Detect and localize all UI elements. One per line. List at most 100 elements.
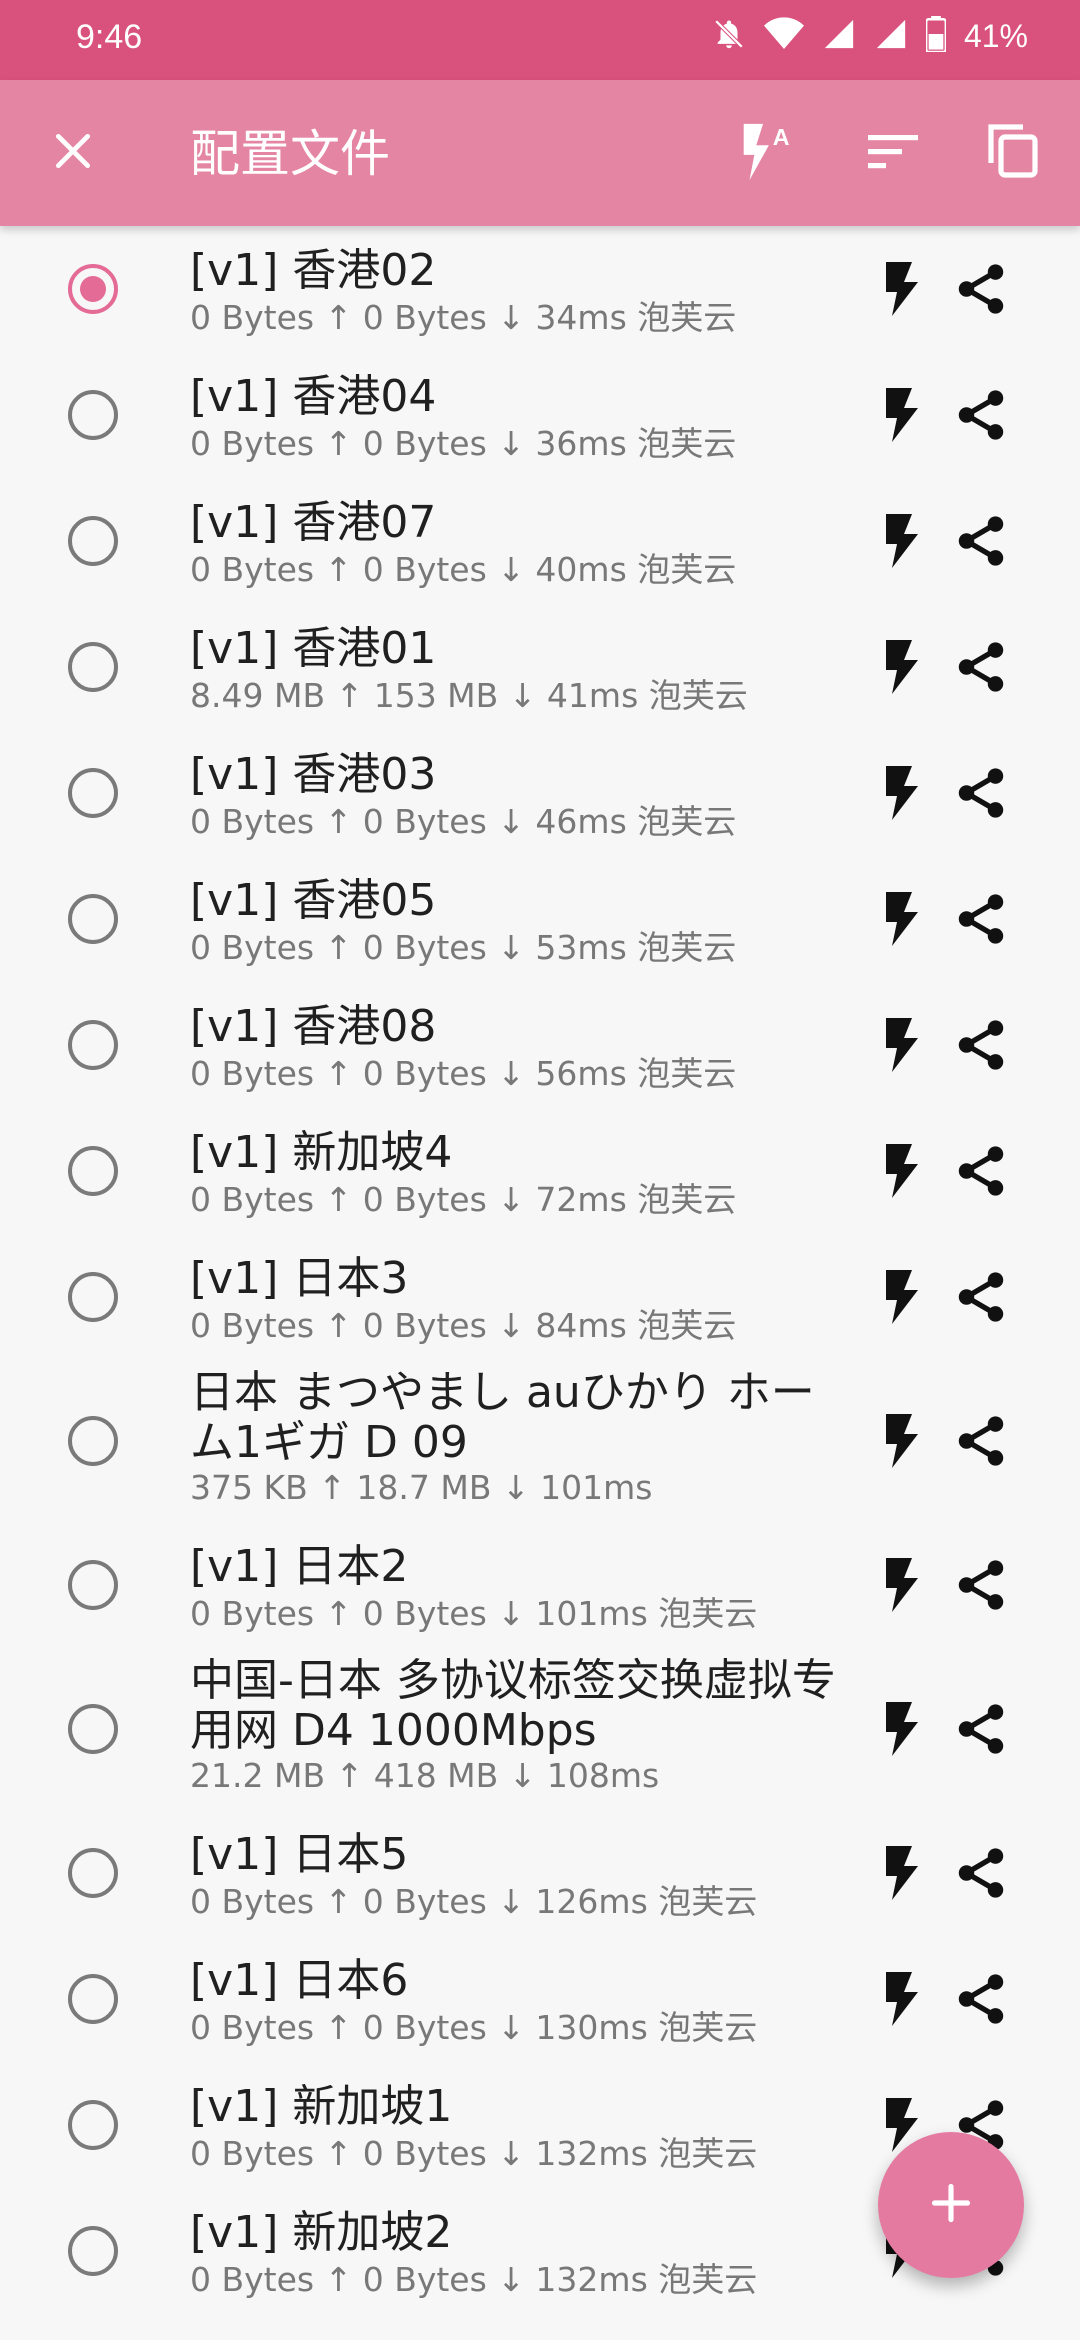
profile-title: 日本 まつやまし auひかり ホーム1ギガ D 09 — [190, 1367, 815, 1468]
svg-text:A: A — [773, 124, 790, 150]
profile-stats: 375 KB ↑ 18.7 MB ↓ 101ms — [190, 1468, 653, 1507]
status-time: 9:46 — [76, 18, 143, 56]
profile-stats: 0 Bytes ↑ 0 Bytes ↓ 101ms 泡芙云 — [190, 1594, 758, 1633]
test-latency-icon[interactable] — [878, 1846, 922, 1900]
share-icon[interactable] — [952, 512, 1010, 570]
profile-radio[interactable] — [68, 1146, 118, 1196]
profile-radio[interactable] — [68, 1560, 118, 1610]
test-latency-icon[interactable] — [878, 514, 922, 568]
profile-radio[interactable] — [68, 2100, 118, 2150]
profile-row[interactable]: [v1] 新加坡4 0 Bytes ↑ 0 Bytes ↓ 72ms 泡芙云 — [0, 1108, 1080, 1234]
profile-radio[interactable] — [68, 1704, 118, 1754]
sort-button[interactable] — [860, 120, 926, 186]
profile-title: [v1] 香港05 — [190, 875, 437, 926]
share-icon[interactable] — [952, 764, 1010, 822]
battery-icon — [924, 16, 947, 56]
profile-radio[interactable] — [68, 516, 118, 566]
test-latency-icon[interactable] — [878, 1558, 922, 1612]
profile-stats: 0 Bytes ↑ 0 Bytes ↓ 56ms 泡芙云 — [190, 1054, 737, 1093]
profile-row[interactable]: [v1] 香港07 0 Bytes ↑ 0 Bytes ↓ 40ms 泡芙云 — [0, 478, 1080, 604]
auto-test-icon: A — [735, 120, 795, 186]
share-icon[interactable] — [952, 890, 1010, 948]
profile-radio[interactable] — [68, 642, 118, 692]
profile-title: 中国-日本 多协议标签交换虚拟专用网 D4 1000Mbps — [190, 1655, 836, 1756]
profile-radio[interactable] — [68, 1848, 118, 1898]
test-latency-icon[interactable] — [878, 892, 922, 946]
share-icon[interactable] — [952, 1412, 1010, 1470]
status-icons: 41% — [712, 16, 1028, 56]
test-latency-icon[interactable] — [878, 1270, 922, 1324]
test-latency-icon[interactable] — [878, 262, 922, 316]
profile-row[interactable]: 中国-日本 多协议标签交换虚拟专用网 D4 1000Mbps 21.2 MB ↑… — [0, 1648, 1080, 1810]
close-icon — [51, 129, 95, 177]
profile-row[interactable]: [v1] 香港01 8.49 MB ↑ 153 MB ↓ 41ms 泡芙云 — [0, 604, 1080, 730]
profile-title: [v1] 日本5 — [190, 1829, 409, 1880]
profile-stats: 21.2 MB ↑ 418 MB ↓ 108ms — [190, 1756, 660, 1795]
profile-radio[interactable] — [68, 1416, 118, 1466]
plus-icon — [929, 2181, 973, 2229]
profile-row[interactable]: 日本 まつやまし auひかり ホーム1ギガ D 09 375 KB ↑ 18.7… — [0, 1360, 1080, 1522]
profile-stats: 0 Bytes ↑ 0 Bytes ↓ 40ms 泡芙云 — [190, 550, 737, 589]
profile-radio[interactable] — [68, 1974, 118, 2024]
app-bar: 配置文件 A — [0, 80, 1080, 226]
profile-row[interactable]: [v1] 日本5 0 Bytes ↑ 0 Bytes ↓ 126ms 泡芙云 — [0, 1810, 1080, 1936]
signal-icon — [822, 17, 856, 55]
profile-stats: 0 Bytes ↑ 0 Bytes ↓ 132ms 泡芙云 — [190, 2134, 758, 2173]
share-icon[interactable] — [952, 1016, 1010, 1074]
status-bar: 9:46 41% — [0, 0, 1080, 80]
signal-icon — [874, 17, 908, 55]
auto-test-button[interactable]: A — [730, 120, 800, 186]
profile-title: [v1] 日本3 — [190, 1253, 409, 1304]
profile-radio[interactable] — [68, 894, 118, 944]
share-icon[interactable] — [952, 1142, 1010, 1200]
test-latency-icon[interactable] — [878, 1144, 922, 1198]
profile-row[interactable]: [v1] 日本3 0 Bytes ↑ 0 Bytes ↓ 84ms 泡芙云 — [0, 1234, 1080, 1360]
profile-radio[interactable] — [68, 264, 118, 314]
share-icon[interactable] — [952, 1844, 1010, 1902]
profile-radio[interactable] — [68, 2226, 118, 2276]
do-not-disturb-icon — [712, 17, 746, 55]
test-latency-icon[interactable] — [878, 1972, 922, 2026]
copy-button[interactable] — [980, 120, 1046, 186]
profile-radio[interactable] — [68, 390, 118, 440]
test-latency-icon[interactable] — [878, 1702, 922, 1756]
share-icon[interactable] — [952, 1970, 1010, 2028]
share-icon[interactable] — [952, 638, 1010, 696]
profile-radio[interactable] — [68, 768, 118, 818]
profile-stats: 0 Bytes ↑ 0 Bytes ↓ 34ms 泡芙云 — [190, 298, 737, 337]
profile-row[interactable]: [v1] 香港04 0 Bytes ↑ 0 Bytes ↓ 36ms 泡芙云 — [0, 352, 1080, 478]
profile-row[interactable]: [v1] 日本2 0 Bytes ↑ 0 Bytes ↓ 101ms 泡芙云 — [0, 1522, 1080, 1648]
share-icon[interactable] — [952, 1268, 1010, 1326]
profile-list[interactable]: [v1] 香港02 0 Bytes ↑ 0 Bytes ↓ 34ms 泡芙云 [… — [0, 226, 1080, 2340]
profile-stats: 0 Bytes ↑ 0 Bytes ↓ 53ms 泡芙云 — [190, 928, 737, 967]
profile-stats: 0 Bytes ↑ 0 Bytes ↓ 130ms 泡芙云 — [190, 2008, 758, 2047]
test-latency-icon[interactable] — [878, 1414, 922, 1468]
copy-icon — [987, 123, 1039, 183]
page-title: 配置文件 — [190, 125, 390, 183]
share-icon[interactable] — [952, 1556, 1010, 1614]
profile-stats: 0 Bytes ↑ 0 Bytes ↓ 132ms 泡芙云 — [190, 2260, 758, 2299]
add-profile-button[interactable] — [878, 2132, 1024, 2278]
profile-row[interactable]: [v1] 香港08 0 Bytes ↑ 0 Bytes ↓ 56ms 泡芙云 — [0, 982, 1080, 1108]
profile-row[interactable]: [v1] 香港05 0 Bytes ↑ 0 Bytes ↓ 53ms 泡芙云 — [0, 856, 1080, 982]
share-icon[interactable] — [952, 386, 1010, 444]
test-latency-icon[interactable] — [878, 1018, 922, 1072]
share-icon[interactable] — [952, 260, 1010, 318]
test-latency-icon[interactable] — [878, 388, 922, 442]
profile-title: [v1] 香港01 — [190, 623, 437, 674]
profile-stats: 0 Bytes ↑ 0 Bytes ↓ 72ms 泡芙云 — [190, 1180, 737, 1219]
share-icon[interactable] — [952, 1700, 1010, 1758]
profile-title: [v1] 香港08 — [190, 1001, 437, 1052]
profile-radio[interactable] — [68, 1020, 118, 1070]
close-button[interactable] — [40, 120, 106, 186]
profile-row[interactable]: [v1] 香港03 0 Bytes ↑ 0 Bytes ↓ 46ms 泡芙云 — [0, 730, 1080, 856]
profile-radio[interactable] — [68, 1272, 118, 1322]
profile-title: [v1] 日本6 — [190, 1955, 409, 2006]
profile-title: [v1] 日本2 — [190, 1541, 409, 1592]
profile-row[interactable]: [v1] 香港02 0 Bytes ↑ 0 Bytes ↓ 34ms 泡芙云 — [0, 226, 1080, 352]
profile-stats: 0 Bytes ↑ 0 Bytes ↓ 84ms 泡芙云 — [190, 1306, 737, 1345]
test-latency-icon[interactable] — [878, 640, 922, 694]
profile-row[interactable]: [v1] 日本6 0 Bytes ↑ 0 Bytes ↓ 130ms 泡芙云 — [0, 1936, 1080, 2062]
wifi-icon — [763, 17, 804, 55]
test-latency-icon[interactable] — [878, 766, 922, 820]
